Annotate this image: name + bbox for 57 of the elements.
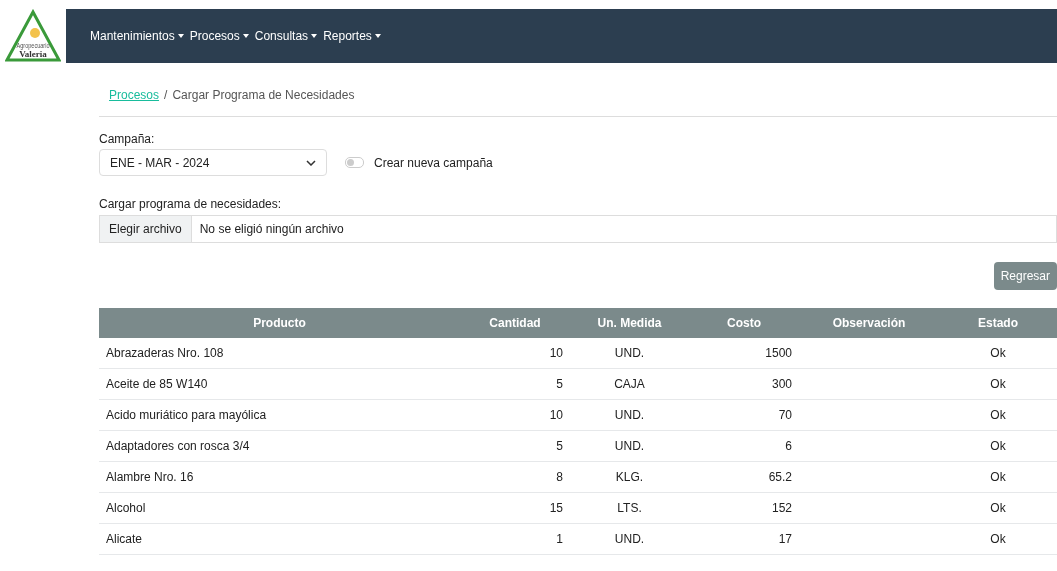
campaign-select[interactable]: ENE - MAR - 2024 (99, 149, 327, 176)
table-cell: Adaptadores con rosca 3/4 (106, 439, 250, 453)
table-cell: Ok (990, 470, 1006, 484)
table-cell: 70 (778, 408, 792, 422)
breadcrumb-separator: / (164, 88, 168, 104)
table-cell: LTS. (617, 501, 642, 515)
nav-menu[interactable]: Procesos (189, 29, 249, 43)
table-cell: 5 (556, 439, 563, 453)
chevron-icon (306, 159, 316, 166)
toggle-label: Crear nueva campaña (374, 155, 493, 170)
table-cell: 1500 (765, 346, 792, 360)
table-cell: UND. (614, 532, 645, 546)
table-cell: 17 (778, 532, 792, 546)
table-cell: 5 (556, 377, 563, 391)
table-cell: 65.2 (768, 470, 792, 484)
table-cell: Ok (990, 532, 1006, 546)
table-cell: Abrazaderas Nro. 108 (106, 346, 224, 360)
field-label: Campaña: (99, 132, 156, 146)
column-header: Observación (799, 308, 939, 338)
table-cell: Ok (990, 346, 1006, 360)
table-cell: Ok (990, 408, 1006, 422)
table-cell: Alambre Nro. 16 (106, 470, 194, 484)
toggle-switch[interactable] (345, 157, 364, 168)
table-cell: Ok (990, 377, 1006, 391)
column-header: Costo (689, 308, 799, 338)
table-cell: Ok (990, 501, 1006, 515)
nav-menu[interactable]: Consultas (254, 29, 318, 43)
table-cell: UND. (614, 346, 645, 360)
table-cell: 8 (556, 470, 563, 484)
table-cell: Ok (990, 439, 1006, 453)
table-cell: Aceite de 85 W140 (106, 377, 208, 391)
table-cell: CAJA (614, 377, 645, 391)
table-cell: 10 (549, 346, 563, 360)
nav-menu[interactable]: Reportes (323, 29, 381, 43)
table-cell: 300 (771, 377, 792, 391)
column-header: Estado (939, 308, 1057, 338)
breadcrumb-current: Cargar Programa de Necesidades (172, 88, 355, 104)
table-cell: Acido muriático para mayólica (106, 408, 267, 422)
back-button[interactable]: Regresar (993, 262, 1057, 290)
table-cell: Alicate (106, 532, 143, 546)
nav-menu[interactable]: Mantenimientos (90, 29, 184, 43)
table-cell: 1 (556, 532, 563, 546)
column-header: Un. Medida (570, 308, 689, 338)
table-cell: 152 (771, 501, 792, 515)
choose-file-button[interactable]: Elegir archivo (100, 216, 192, 242)
table-cell: 10 (549, 408, 563, 422)
table-cell: Alcohol (106, 501, 146, 515)
field-label: Cargar programa de necesidades: (99, 197, 283, 211)
file-input[interactable]: Elegir archivo No se eligió ningún archivo (99, 215, 1057, 243)
column-header: Cantidad (460, 308, 570, 338)
table-cell: 6 (785, 439, 792, 453)
file-status: No se eligió ningún archivo (198, 222, 344, 236)
table-cell: UND. (614, 408, 645, 422)
table-cell: KLG. (615, 470, 644, 484)
column-header: Producto (99, 308, 460, 338)
table-cell: UND. (614, 439, 645, 453)
table-cell: 15 (549, 501, 563, 515)
